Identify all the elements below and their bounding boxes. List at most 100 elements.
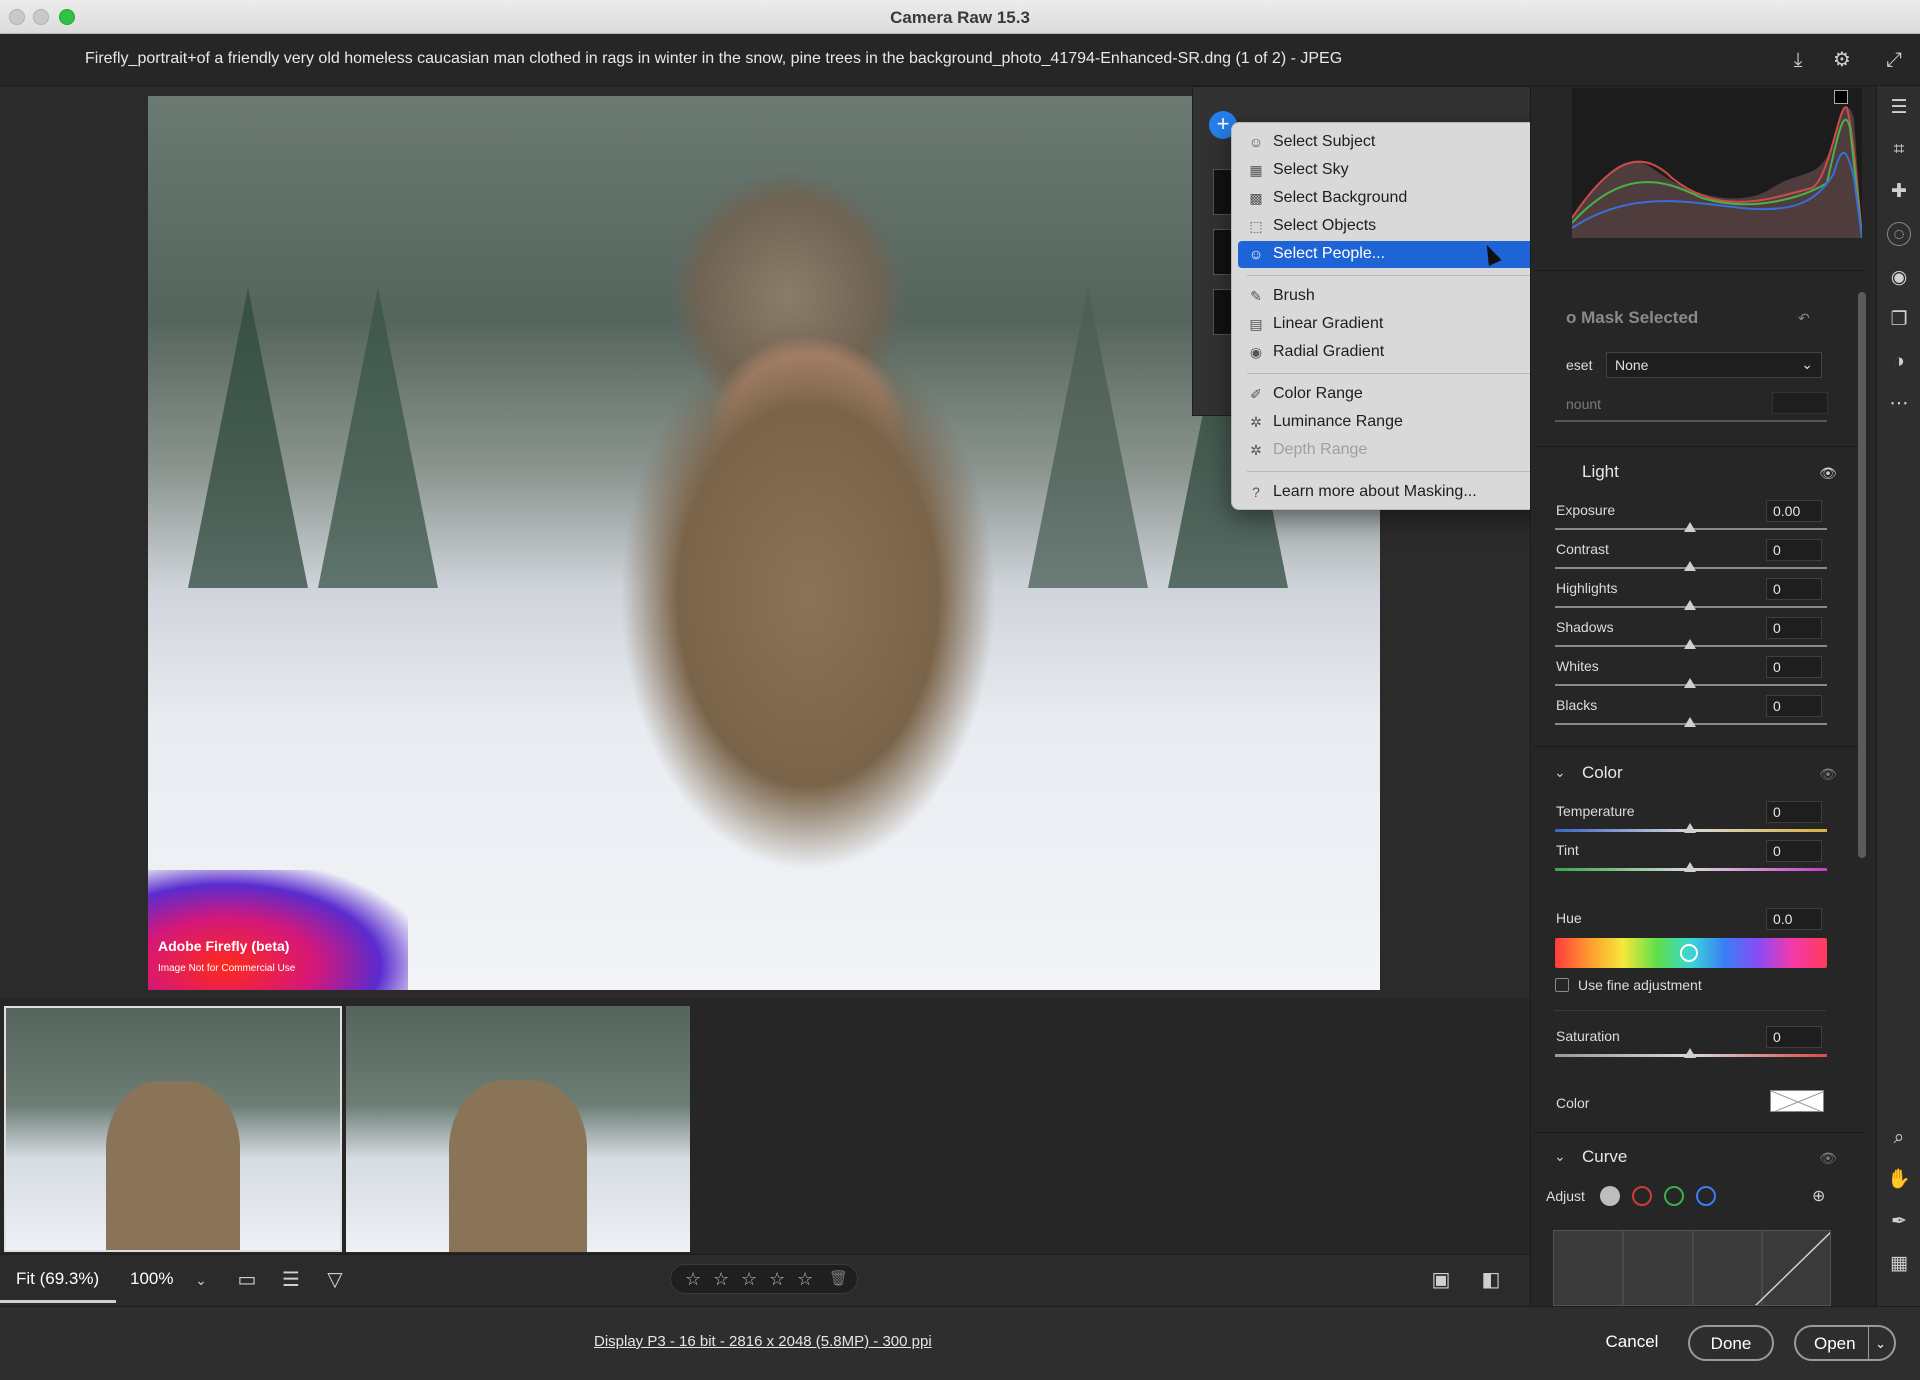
highlights-value[interactable]: 0	[1766, 578, 1822, 600]
done-button[interactable]: Done	[1688, 1325, 1774, 1361]
tint-value[interactable]: 0	[1766, 840, 1822, 862]
curve-blue-channel[interactable]	[1696, 1186, 1716, 1206]
menu-item-select-subject[interactable]: ☺ Select Subject	[1238, 129, 1566, 156]
menu-item-color-range[interactable]: ✐Color Range⇧C	[1238, 381, 1566, 408]
menu-item-learn-masking[interactable]: ? Learn more about Masking...	[1238, 479, 1566, 506]
menu-item-select-background[interactable]: ▩ Select Background	[1238, 185, 1566, 212]
amount-field[interactable]	[1772, 392, 1828, 414]
curve-red-channel[interactable]	[1632, 1186, 1652, 1206]
save-icon[interactable]: ⤓	[1786, 48, 1810, 72]
masking-icon[interactable]: ◌	[1887, 222, 1911, 246]
preset-select[interactable]: None ⌄	[1606, 352, 1822, 378]
highlights-slider-handle[interactable]	[1684, 600, 1696, 610]
brush-icon: ✎	[1250, 288, 1262, 304]
menu-item-luminance-range[interactable]: ✲Luminance Range⇧L	[1238, 409, 1566, 436]
menu-item-radial-gradient[interactable]: ◉Radial GradientJ	[1238, 339, 1566, 366]
menu-item-select-sky[interactable]: ▦ Select Sky	[1238, 157, 1566, 184]
fullscreen-icon[interactable]: ⤢	[1882, 48, 1906, 72]
cancel-button[interactable]: Cancel	[1592, 1325, 1672, 1361]
saturation-slider-handle[interactable]	[1684, 1048, 1696, 1058]
gear-icon[interactable]: ⚙	[1830, 48, 1854, 72]
color-section-title[interactable]: Color	[1582, 763, 1623, 783]
fine-adjustment-label: Use fine adjustment	[1578, 977, 1702, 993]
temperature-value[interactable]: 0	[1766, 801, 1822, 823]
tint-slider-handle[interactable]	[1684, 862, 1696, 872]
blacks-value[interactable]: 0	[1766, 695, 1822, 717]
panel-scrollbar[interactable]	[1858, 292, 1866, 858]
curve-green-channel[interactable]	[1664, 1186, 1684, 1206]
eye-icon[interactable]: 👁	[1818, 1151, 1838, 1165]
more-icon[interactable]: ⋯	[1887, 392, 1911, 416]
filmstrip-thumbnail[interactable]	[346, 1006, 690, 1252]
trash-icon[interactable]: 🗑	[829, 1269, 848, 1287]
chevron-down-icon[interactable]: ⌄	[1868, 1327, 1886, 1361]
hue-value[interactable]: 0.0	[1766, 908, 1822, 930]
hue-slider-handle[interactable]	[1680, 944, 1698, 962]
highlights-label: Highlights	[1556, 580, 1618, 596]
reset-icon[interactable]: ↶	[1798, 310, 1810, 327]
star-icon[interactable]: ☆	[713, 1269, 729, 1290]
red-eye-icon[interactable]: ◉	[1887, 266, 1911, 290]
whites-slider-handle[interactable]	[1684, 678, 1696, 688]
fine-adjustment-checkbox[interactable]	[1555, 978, 1569, 992]
chevron-down-icon: ⌄	[1801, 356, 1813, 372]
light-section-title[interactable]: Light	[1582, 462, 1619, 482]
color-swatch-cross	[1771, 1091, 1823, 1111]
shadows-slider-handle[interactable]	[1684, 639, 1696, 649]
shadows-value[interactable]: 0	[1766, 617, 1822, 639]
filmstrip	[0, 998, 1530, 1254]
menu-item-select-objects[interactable]: ⬚ Select Objects	[1238, 213, 1566, 240]
star-icon[interactable]: ☆	[797, 1269, 813, 1290]
chevron-down-icon[interactable]: ⌄	[1554, 1148, 1566, 1165]
chevron-down-icon[interactable]: ⌄	[1554, 764, 1566, 781]
filmstrip-thumbnail[interactable]	[4, 1006, 342, 1252]
exposure-value[interactable]: 0.00	[1766, 500, 1822, 522]
zoom-level-button[interactable]: 100%	[130, 1269, 173, 1289]
temperature-slider-handle[interactable]	[1684, 823, 1696, 833]
snapshots-icon[interactable]: ❐	[1887, 308, 1911, 332]
exposure-slider-handle[interactable]	[1684, 522, 1696, 532]
fit-zoom-button[interactable]: Fit (69.3%)	[0, 1255, 116, 1303]
grid-icon[interactable]: ▦	[1887, 1252, 1911, 1276]
workflow-options-link[interactable]: Display P3 - 16 bit - 2816 x 2048 (5.8MP…	[594, 1333, 932, 1350]
star-icon[interactable]: ☆	[685, 1269, 701, 1290]
filmstrip-options-icon[interactable]: ▭	[234, 1267, 260, 1293]
sort-icon[interactable]: ☰	[278, 1267, 304, 1293]
healing-icon[interactable]: ✚	[1887, 180, 1911, 204]
blacks-slider-handle[interactable]	[1684, 717, 1696, 727]
menu-item-brush[interactable]: ✎BrushK	[1238, 283, 1566, 310]
presets-icon[interactable]: ◑	[1887, 350, 1911, 374]
color-swatch[interactable]	[1770, 1090, 1824, 1112]
crop-icon[interactable]: ⌗	[1887, 138, 1911, 162]
histogram-graph	[1572, 106, 1862, 238]
targeted-adjustment-icon[interactable]: ⊕	[1812, 1186, 1825, 1206]
edit-icon[interactable]: ☰	[1887, 96, 1911, 120]
star-icon[interactable]: ☆	[741, 1269, 757, 1290]
before-after-icon[interactable]: ◧	[1478, 1267, 1504, 1293]
zoom-icon[interactable]: ⌕	[1887, 1126, 1911, 1150]
contrast-slider-handle[interactable]	[1684, 561, 1696, 571]
edit-panel	[1530, 86, 1876, 1306]
chevron-down-icon[interactable]: ⌄	[188, 1267, 214, 1293]
eye-icon[interactable]: 👁	[1818, 767, 1838, 781]
star-icon[interactable]: ☆	[769, 1269, 785, 1290]
contrast-value[interactable]: 0	[1766, 539, 1822, 561]
menu-item-linear-gradient[interactable]: ▤Linear GradientG	[1238, 311, 1566, 338]
tree	[1028, 287, 1148, 588]
sampler-icon[interactable]: ✒	[1887, 1210, 1911, 1234]
menu-item-select-people[interactable]: ☺ Select People...	[1238, 241, 1566, 268]
menu-separator	[1247, 373, 1559, 374]
single-view-icon[interactable]: ▣	[1428, 1267, 1454, 1293]
saturation-value[interactable]: 0	[1766, 1026, 1822, 1048]
preset-label: eset	[1566, 357, 1593, 373]
whites-value[interactable]: 0	[1766, 656, 1822, 678]
curve-rgb-channel[interactable]	[1600, 1186, 1620, 1206]
highlight-clipping-icon[interactable]	[1834, 90, 1848, 104]
window-title: Camera Raw 15.3	[890, 8, 1030, 27]
hand-icon[interactable]: ✋	[1887, 1168, 1911, 1192]
curve-section-title[interactable]: Curve	[1582, 1147, 1627, 1167]
filter-icon[interactable]: ▽	[322, 1267, 348, 1293]
open-button[interactable]: Open ⌄	[1794, 1325, 1896, 1361]
eye-icon[interactable]: 👁	[1818, 466, 1838, 480]
curve-graph[interactable]	[1553, 1230, 1831, 1306]
